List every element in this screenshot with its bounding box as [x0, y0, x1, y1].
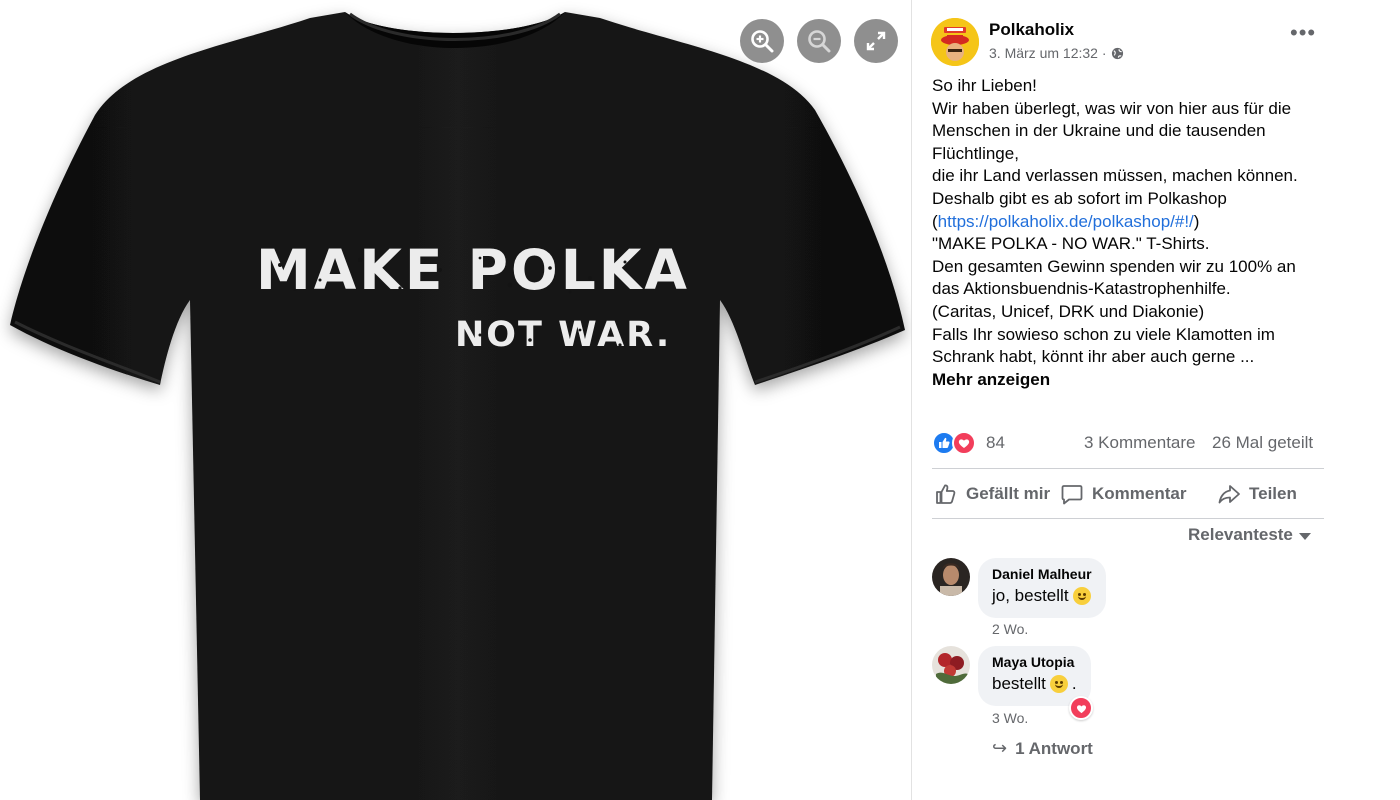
zoom-out-button[interactable]	[797, 19, 841, 63]
fullscreen-button[interactable]	[854, 19, 898, 63]
replies-label: 1 Antwort	[1015, 738, 1093, 758]
post-link-line: (https://polkaholix.de/polkashop/#!/)	[932, 211, 1332, 234]
post-text-line: So ihr Lieben!	[932, 76, 1037, 95]
comment-bubble: Daniel Malheur jo, bestellt	[978, 558, 1106, 618]
comment-love-reaction[interactable]	[1069, 696, 1093, 720]
shares-count[interactable]: 26 Mal geteilt	[1212, 433, 1313, 453]
caret-down-icon	[1298, 533, 1311, 540]
comment-sort-dropdown[interactable]: Relevanteste	[1188, 525, 1311, 545]
comment-text: jo, bestellt	[992, 586, 1092, 606]
reactions-summary: 84 3 Kommentare 26 Mal geteilt	[932, 430, 1324, 456]
zoom-out-icon	[808, 30, 831, 53]
polkashop-link[interactable]: https://polkaholix.de/polkashop/#!/	[938, 212, 1194, 231]
post-meta: 3. März um 12:32 ·	[989, 45, 1124, 61]
share-label: Teilen	[1249, 484, 1297, 503]
comment-label: Kommentar	[1092, 484, 1187, 503]
post-text: So ihr Lieben! Wir haben überlegt, was w…	[932, 75, 1332, 369]
divider	[932, 518, 1324, 519]
comment-time[interactable]: 2 Wo.	[992, 621, 1028, 637]
reaction-icons[interactable]	[932, 431, 978, 455]
fullscreen-icon	[866, 31, 886, 51]
reaction-count[interactable]: 84	[986, 433, 1005, 453]
zoom-in-icon	[751, 30, 774, 53]
like-label: Gefällt mir	[966, 484, 1051, 503]
link-paren-close: )	[1193, 211, 1200, 231]
zoom-in-button[interactable]	[740, 19, 784, 63]
post-text-line: Deshalb gibt es ab sofort im Polkashop	[932, 188, 1227, 208]
tshirt-photo	[10, 12, 905, 800]
comment-author[interactable]: Maya Utopia	[992, 654, 1077, 670]
photo-viewer: MAKE POLKA NOT WAR.	[0, 0, 912, 800]
post-text-line: "MAKE POLKA - NO WAR." T-Shirts.	[932, 234, 1210, 254]
comment-author[interactable]: Daniel Malheur	[992, 566, 1092, 582]
like-button[interactable]: Gefällt mir	[934, 481, 1050, 507]
comment-item: Daniel Malheur jo, bestellt 2 Wo.	[932, 558, 1332, 638]
post-text-line: (Caritas, Unicef, DRK und Diakonie)	[932, 301, 1205, 321]
avatar[interactable]	[932, 646, 970, 684]
globe-icon	[1111, 47, 1123, 59]
post-text-line: Schrank habt, könnt ihr aber auch gerne …	[932, 347, 1255, 367]
polkaholix-logo-icon	[931, 18, 979, 66]
comment-body: bestellt	[992, 674, 1046, 693]
smile-emoji-icon	[1049, 675, 1068, 693]
love-reaction-icon	[952, 431, 976, 455]
wink-emoji-icon	[1072, 587, 1091, 605]
comment-icon	[1061, 485, 1083, 505]
post-header: Polkaholix 3. März um 12:32 ·	[931, 18, 1331, 68]
comment-time[interactable]: 3 Wo.	[992, 710, 1028, 726]
reply-arrow-icon: ↪	[992, 738, 1008, 758]
post-options-button[interactable]: •••	[1290, 22, 1315, 50]
comment-text: bestellt .	[992, 674, 1077, 694]
comment-button[interactable]: Kommentar	[1060, 481, 1186, 507]
comment-item: Maya Utopia bestellt . 3 Wo.	[932, 646, 1332, 726]
see-more-link[interactable]: Mehr anzeigen	[932, 370, 1050, 390]
right-margin	[1343, 0, 1400, 800]
post-text-line: Den gesamten Gewinn spenden wir zu 100% …	[932, 256, 1296, 276]
comment-body: jo, bestellt	[992, 586, 1069, 605]
sort-label: Relevanteste	[1188, 525, 1293, 544]
post-text-line: das Aktionsbuendnis-Katastrophenhilfe.	[932, 279, 1231, 299]
post-text-line: Wir haben überlegt, was wir von hier aus…	[932, 98, 1292, 118]
share-button[interactable]: Teilen	[1217, 481, 1297, 507]
post-text-line: die ihr Land verlassen müssen, machen kö…	[932, 166, 1298, 186]
comments-count[interactable]: 3 Kommentare	[1084, 433, 1196, 453]
heart-icon	[1076, 704, 1086, 713]
post-text-line: Menschen in der Ukraine und die tausende…	[932, 121, 1266, 141]
thumbs-up-icon	[936, 484, 956, 504]
view-replies-link[interactable]: ↪ 1 Antwort	[992, 738, 1093, 759]
post-text-line: Flüchtlinge,	[932, 143, 1019, 163]
post-date[interactable]: 3. März um 12:32 ·	[989, 45, 1107, 61]
comment-trailing: .	[1071, 674, 1077, 693]
page-avatar[interactable]	[931, 18, 979, 66]
divider	[932, 468, 1324, 469]
page-name[interactable]: Polkaholix	[989, 20, 1074, 40]
share-icon	[1218, 485, 1240, 504]
post-text-line: Falls Ihr sowieso schon zu viele Klamott…	[932, 324, 1275, 344]
avatar[interactable]	[932, 558, 970, 596]
